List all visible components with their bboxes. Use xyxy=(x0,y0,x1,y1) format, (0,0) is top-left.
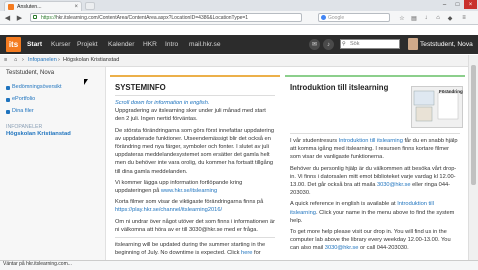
sidebar-user: Teststudent, Nova xyxy=(6,70,55,76)
search-input[interactable]: Sök xyxy=(340,39,400,49)
sidebar-section-header: INFOPANELER xyxy=(6,124,43,130)
link[interactable]: www.hkr.se/itslearning xyxy=(161,188,217,194)
hamburger-icon[interactable]: ≡ xyxy=(4,56,7,65)
tab-title: Ansluten... xyxy=(17,3,42,10)
paragraph: Korta filmer som visar de viktigaste för… xyxy=(115,199,264,214)
nav-hkr[interactable]: HKR xyxy=(143,35,157,54)
paragraph: Om ni undrar över något utöver det som f… xyxy=(115,218,275,233)
panel-title: Introduktion till itslearning xyxy=(290,83,389,92)
mouse-cursor xyxy=(84,79,88,85)
messages-icon[interactable]: ✉ xyxy=(309,39,320,50)
address-bar[interactable]: https://hkr.itslearning.com/ContentArea/… xyxy=(30,13,302,22)
thumbnail-caption: Förändring xyxy=(439,89,463,94)
nav-kalender[interactable]: Kalender xyxy=(108,35,134,54)
link[interactable]: 3030@hkr.se xyxy=(377,182,411,188)
paragraph: De största förändringarna som görs först… xyxy=(115,127,275,175)
breadcrumb-separator: › xyxy=(22,57,24,63)
scrollbar[interactable] xyxy=(468,55,478,260)
nav-mail[interactable]: mail.hkr.se xyxy=(189,35,221,54)
download-icon[interactable]: ↓ xyxy=(422,14,430,22)
breadcrumb-infopanelen[interactable]: Infopanelen xyxy=(28,56,57,65)
sidebar-item-assessment[interactable]: Bedömningsöversikt xyxy=(12,84,62,90)
nav-kurser[interactable]: Kurser xyxy=(51,35,70,54)
divider xyxy=(290,133,460,134)
divider xyxy=(115,237,275,239)
app-header xyxy=(0,35,478,54)
status-text: Väntar på hkr.itslearning.com... xyxy=(3,261,72,267)
user-name[interactable]: Teststudent, Nova xyxy=(420,35,473,54)
nav-projekt[interactable]: Projekt xyxy=(77,35,98,54)
link[interactable]: https://play.hkr.se/channel/itslearning2… xyxy=(115,207,222,213)
lock-icon xyxy=(33,15,37,19)
maximize-icon[interactable]: □ xyxy=(451,0,464,9)
paragraph: A quick reference in english is availabl… xyxy=(290,201,455,224)
video-thumbnail[interactable]: Förändring xyxy=(411,86,463,128)
address-scheme: https:// xyxy=(41,15,57,21)
back-icon[interactable]: ◀ xyxy=(3,13,12,22)
breadcrumb-separator: › xyxy=(58,57,60,63)
assessment-icon xyxy=(6,86,10,90)
subtitle: Scroll down for information in english. xyxy=(115,100,210,106)
close-tab-icon[interactable]: × xyxy=(74,4,78,10)
minimize-icon[interactable]: – xyxy=(438,0,451,9)
star-icon[interactable]: ☆ xyxy=(398,14,406,22)
shield-icon[interactable]: ◆ xyxy=(446,14,454,22)
divider xyxy=(115,95,275,96)
paragraph: itslearning will be updated during the s… xyxy=(115,242,266,257)
link[interactable]: 3030@hkr.se xyxy=(325,245,359,251)
link[interactable]: Introduktion till itslearning xyxy=(339,138,403,144)
google-icon xyxy=(321,15,326,20)
new-tab-button[interactable] xyxy=(85,2,95,10)
breadcrumb-current: Högskolan Kristianstad xyxy=(63,57,120,63)
systeminfo-panel: SYSTEMINFO Scroll down for information i… xyxy=(110,75,280,262)
files-icon xyxy=(6,110,10,114)
bookmarks-icon[interactable]: ▤ xyxy=(410,14,418,22)
paragraph: Uppgradering av itslearning sker under j… xyxy=(115,108,266,123)
browser-search-input[interactable]: Google xyxy=(318,13,390,22)
paragraph: Vi kommer lägga upp information fortlöpa… xyxy=(115,179,243,195)
search-icon: ⚲ xyxy=(342,41,346,47)
home-crumb-icon[interactable]: ⌂ xyxy=(14,56,17,65)
paragraph: Behöver du personlig hjälp är du välkomm… xyxy=(290,165,457,197)
portfolio-icon xyxy=(6,98,10,102)
link[interactable]: here xyxy=(241,250,252,256)
sidebar-item-eportfolio[interactable]: ePortfolio xyxy=(12,96,35,102)
notifications-icon[interactable]: ♪ xyxy=(323,39,334,50)
address-text: hkr.itslearning.com/ContentArea/ContentA… xyxy=(56,15,249,21)
browser-tab[interactable]: Ansluten... × xyxy=(4,1,82,11)
paragraph: I vår studentresurs Introduktion till it… xyxy=(290,138,458,161)
forward-icon[interactable]: ▶ xyxy=(15,13,24,22)
paragraph: To get more help please visit our drop i… xyxy=(290,229,451,252)
avatar[interactable] xyxy=(408,38,418,50)
menu-icon[interactable]: ≡ xyxy=(460,14,468,22)
sidebar-item-school[interactable]: Högskolan Kristianstad xyxy=(6,131,71,137)
sidebar-item-files[interactable]: Dina filer xyxy=(12,108,34,114)
favicon-icon xyxy=(8,3,14,10)
home-icon[interactable]: ⌂ xyxy=(434,14,442,22)
nav-start[interactable]: Start xyxy=(27,35,42,54)
itslearning-logo[interactable]: its xyxy=(6,37,21,52)
panel-title: SYSTEMINFO xyxy=(115,83,166,92)
nav-intro[interactable]: Intro xyxy=(165,35,178,54)
close-window-icon[interactable]: × xyxy=(464,0,477,9)
scrollbar-thumb[interactable] xyxy=(471,65,476,185)
